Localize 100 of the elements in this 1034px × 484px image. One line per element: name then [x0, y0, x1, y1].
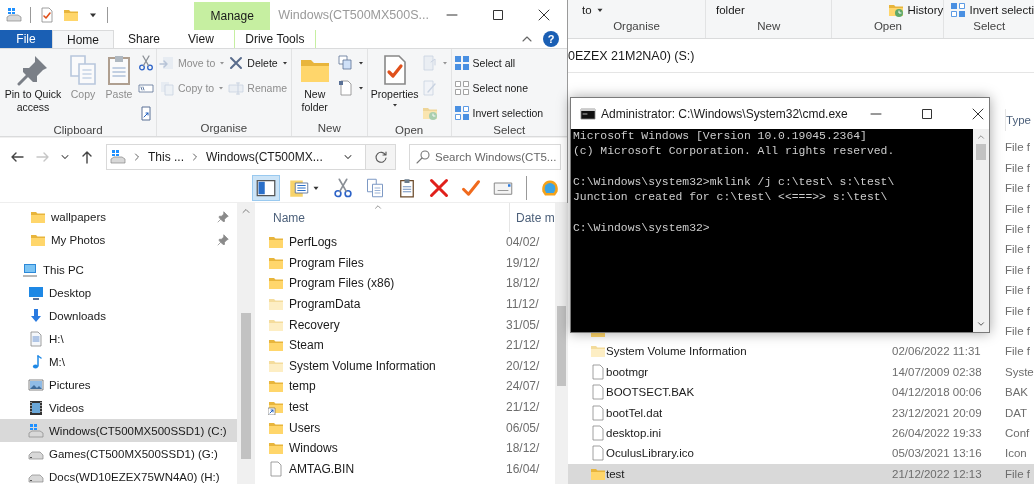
folder-icon — [63, 7, 79, 23]
group-label: Select — [972, 20, 1007, 32]
scrollbar[interactable] — [973, 129, 989, 332]
scrollbar-thumb[interactable] — [976, 144, 986, 160]
download-icon — [28, 307, 44, 324]
breadcrumb[interactable]: Windows(CT500MX... — [206, 150, 323, 164]
ribbon-button[interactable]: Delete — [228, 52, 289, 74]
tree-item[interactable]: My Photos — [0, 228, 237, 251]
ribbon-button[interactable]: New folder — [293, 52, 336, 122]
console-line: C:\Windows\system32> — [573, 220, 711, 236]
file-type: File f — [1005, 304, 1030, 317]
breadcrumb[interactable]: This ... — [148, 150, 184, 164]
file-icon — [590, 363, 606, 380]
file-type: File f — [1005, 243, 1030, 256]
ribbon-button[interactable]: History — [888, 2, 944, 18]
ribbon-tab[interactable]: File — [0, 30, 52, 48]
tree-item[interactable]: Desktop — [0, 281, 237, 304]
file-row[interactable]: AMTAG.BIN 16/04/ — [262, 458, 555, 480]
file-row[interactable]: ProgramData 11/12/ — [262, 293, 555, 315]
copy-icon — [67, 54, 99, 86]
ribbon-button[interactable]: Select none — [453, 77, 544, 99]
file-icon — [590, 445, 606, 462]
tree-item[interactable]: This PC — [0, 258, 237, 281]
file-row[interactable]: Program Files 19/12/ — [262, 252, 555, 274]
console-icon — [580, 105, 596, 122]
file-date: 24/07/ — [506, 379, 540, 394]
preview-pane-icon — [256, 178, 276, 198]
group-label: Open — [872, 20, 903, 32]
tree-item[interactable]: Windows(CT500MX500SSD1) (C:) — [0, 419, 237, 442]
folder-icon — [268, 234, 284, 251]
tree-item[interactable]: Pictures — [0, 373, 237, 396]
file-row[interactable]: Windows 18/12/ — [262, 437, 555, 459]
rename-icon — [228, 80, 245, 96]
ribbon-tab[interactable]: Share — [114, 30, 175, 48]
file-row[interactable]: Program Files (x86) 18/12/ — [262, 273, 555, 294]
drive-icon — [110, 149, 126, 165]
file-type: DAT — [1005, 406, 1028, 419]
toolbar-button[interactable] — [252, 175, 280, 201]
file-type: Syste — [1005, 365, 1034, 378]
ribbon-tab[interactable]: Home — [52, 30, 114, 48]
file-row[interactable]: System Volume Information 02/06/2022 11:31 File f — [568, 341, 1034, 362]
scrollbar[interactable] — [554, 203, 568, 484]
file-row[interactable]: temp 24/07/ — [262, 376, 555, 397]
tree-item[interactable]: Downloads — [0, 304, 237, 327]
ribbon-tab[interactable]: View — [174, 30, 228, 48]
tree-item[interactable]: Docs(WD10EZEX75WN4A0) (H:) — [0, 465, 237, 484]
tree-item[interactable]: wallpapers — [0, 205, 237, 228]
file-name: BOOTSECT.BAK — [606, 386, 695, 399]
search-field[interactable]: Search Windows(CT5... — [409, 144, 561, 170]
address-bar[interactable]: 0EZEX 21M2NA0) (S:) — [568, 40, 1034, 74]
invert-selection-icon — [453, 105, 470, 121]
address-bar[interactable]: This ... Windows(CT500MX... — [106, 144, 396, 170]
ribbon-button[interactable]: Invert selecti — [950, 2, 1034, 18]
minimize-icon — [869, 112, 882, 115]
file-row[interactable]: bootTel.dat 23/12/2021 20:09 DAT — [568, 402, 1034, 423]
column-header[interactable]: Type — [1005, 109, 1034, 132]
help-button[interactable]: ? — [543, 31, 559, 47]
ribbon-button[interactable]: Select all — [453, 52, 544, 74]
ribbon-button[interactable]: Properties — [369, 52, 420, 124]
ribbon-button[interactable]: folder — [716, 4, 745, 16]
file-row[interactable]: System Volume Information 20/12/ — [262, 355, 555, 377]
file-row[interactable]: OculusLibrary.ico 05/03/2021 13:16 Icon — [568, 443, 1034, 464]
file-row[interactable]: Steam 21/12/ — [262, 334, 555, 356]
file-name: Users — [289, 420, 322, 435]
file-row[interactable]: desktop.ini 26/04/2022 19:33 Conf — [568, 422, 1034, 444]
file-icon — [268, 460, 284, 477]
tree-item[interactable]: M:\ — [0, 350, 237, 373]
ribbon-button[interactable]: to — [582, 4, 605, 16]
refresh-button[interactable] — [365, 145, 395, 169]
file-date: 11/12/ — [506, 297, 539, 312]
folder-icon — [268, 440, 284, 457]
pin-icon — [17, 54, 49, 86]
tree-item[interactable]: Games(CT500MX500SSD1) (G:) — [0, 442, 237, 465]
ribbon-button[interactable] — [337, 77, 365, 99]
file-name: Program Files (x86) — [289, 276, 396, 291]
file-row[interactable]: BOOTSECT.BAK 04/12/2018 00:06 BAK — [568, 382, 1034, 403]
copy-to-icon — [159, 80, 175, 96]
file-row[interactable]: bootmgr 14/07/2009 02:38 Syste — [568, 361, 1034, 382]
column-header[interactable]: Name — [262, 210, 509, 225]
file-date: 02/06/2022 11:31 — [892, 345, 981, 358]
scrollbar[interactable] — [237, 203, 255, 484]
ribbon-button[interactable]: Invert selection — [453, 102, 544, 124]
file-row[interactable]: Users 06/05/ — [262, 417, 555, 438]
folder-shortcut-icon — [268, 399, 284, 416]
delete-icon — [228, 55, 245, 71]
group-label: Open — [394, 124, 425, 136]
file-row[interactable]: test 21/12/2022 12:13 File f — [568, 463, 1034, 484]
tree-item[interactable]: Videos — [0, 396, 237, 419]
scrollbar-thumb[interactable] — [556, 306, 566, 386]
maximize-icon — [490, 7, 506, 23]
scrollbar-thumb[interactable] — [241, 313, 251, 459]
move-icon — [159, 55, 175, 71]
column-header[interactable]: Date m — [509, 203, 555, 232]
chevron-down-icon — [976, 319, 986, 329]
file-row[interactable]: Recovery 31/05/ — [262, 314, 555, 335]
file-name: AMTAG.BIN — [289, 461, 356, 476]
ribbon-button[interactable]: Pin to Quick access — [2, 52, 64, 124]
tree-item[interactable]: H:\ — [0, 327, 237, 350]
file-row[interactable]: PerfLogs 04/02/ — [262, 232, 555, 253]
file-row[interactable]: test 21/12/ — [262, 396, 555, 418]
